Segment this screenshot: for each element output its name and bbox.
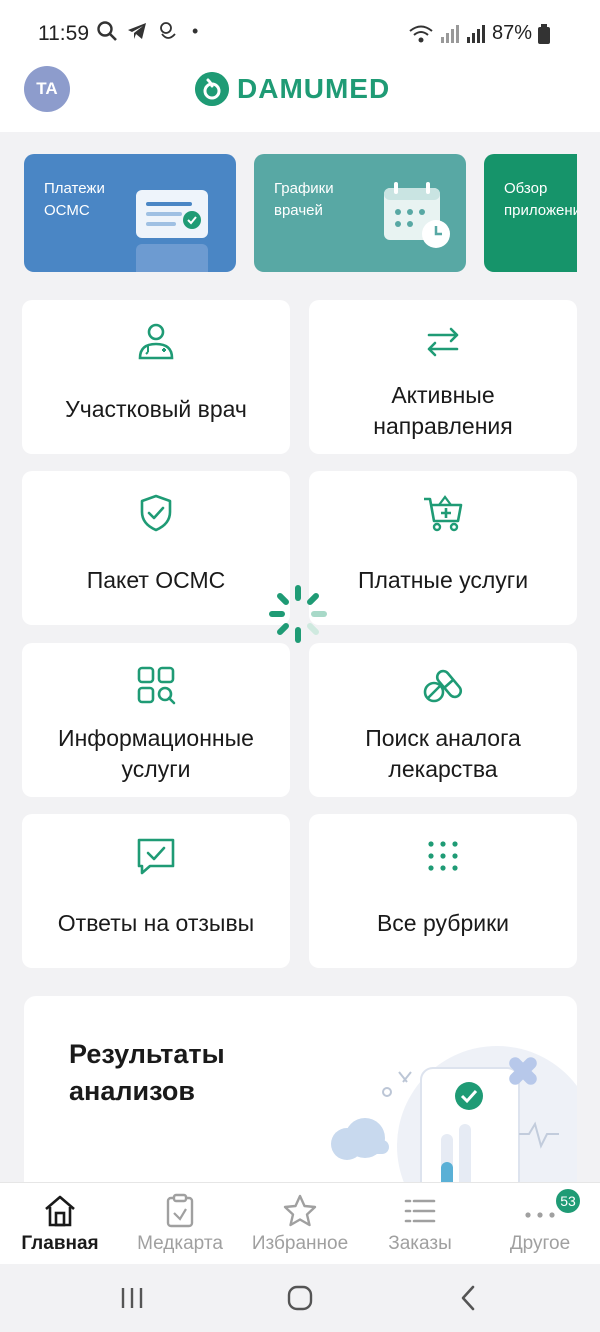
nav-label: Заказы bbox=[388, 1233, 452, 1254]
tile-active-referrals[interactable]: Активные направления bbox=[309, 300, 577, 454]
tile-label: Участковый врач bbox=[65, 396, 247, 422]
back-icon[interactable] bbox=[448, 1282, 488, 1314]
status-time: 11:59 bbox=[38, 22, 89, 45]
tile-drug-analog-search[interactable]: Поиск аналога лекарства bbox=[309, 643, 577, 797]
star-icon bbox=[283, 1194, 317, 1227]
tile-label: Информационные услуги bbox=[58, 725, 254, 782]
nav-orders[interactable]: Заказы bbox=[360, 1183, 480, 1265]
banner-osms-payments[interactable]: Платежи ОСМС bbox=[24, 154, 236, 272]
search-icon bbox=[97, 21, 117, 41]
system-navigation-bar bbox=[0, 1264, 600, 1332]
banner-doctor-schedules[interactable]: Графики врачей bbox=[254, 154, 466, 272]
battery-level: 87% bbox=[491, 22, 532, 44]
payment-card-icon bbox=[136, 190, 208, 272]
status-bar: 11:59 • 87% bbox=[0, 0, 600, 66]
nav-favorites[interactable]: Избранное bbox=[240, 1183, 360, 1265]
tile-district-doctor[interactable]: Участковый врач bbox=[22, 300, 290, 454]
message-check-icon bbox=[137, 838, 175, 875]
baby-icon bbox=[160, 22, 176, 39]
lab-results-illustration-icon bbox=[331, 1046, 577, 1196]
dots-grid-icon bbox=[428, 841, 458, 871]
tile-label: Ответы на отзывы bbox=[57, 910, 255, 936]
banner-label: Платежи ОСМС bbox=[44, 180, 105, 219]
logo-mark-icon bbox=[195, 72, 229, 106]
more-dots-icon bbox=[525, 1212, 555, 1218]
medcard-icon bbox=[166, 1193, 194, 1228]
arrows-exchange-icon bbox=[427, 327, 459, 357]
tile-label: Платные услуги bbox=[357, 567, 529, 593]
nav-home[interactable]: Главная bbox=[0, 1183, 120, 1265]
bottom-navigation: Главная Медкарта Избранное Заказы 53 Дру… bbox=[0, 1182, 600, 1264]
tile-label: Поиск аналога лекарства bbox=[365, 725, 521, 782]
battery-icon bbox=[538, 23, 550, 44]
doctor-icon bbox=[138, 323, 174, 360]
list-icon bbox=[404, 1199, 436, 1223]
banner-app-overview[interactable]: Обзор приложения bbox=[484, 154, 577, 272]
grid-search-icon bbox=[137, 666, 176, 705]
tile-information-services[interactable]: Информационные услуги bbox=[22, 643, 290, 797]
app-header: TA DAMUMED bbox=[0, 66, 600, 132]
nav-label: Главная bbox=[21, 1233, 99, 1254]
nav-other[interactable]: 53 Другое bbox=[480, 1183, 600, 1265]
tile-label: Все рубрики bbox=[376, 910, 510, 936]
nav-label: Избранное bbox=[251, 1233, 349, 1254]
pills-icon bbox=[423, 669, 463, 703]
calendar-clock-icon bbox=[384, 182, 450, 248]
signal-icon-2 bbox=[466, 24, 485, 43]
banner-carousel[interactable]: Платежи ОСМС Графики врачей Обзор прилож… bbox=[24, 154, 577, 274]
nav-label: Другое bbox=[509, 1233, 571, 1254]
tile-label: Активные направления bbox=[373, 382, 513, 439]
cart-plus-icon bbox=[424, 495, 463, 532]
lab-results-card[interactable]: Результаты анализов bbox=[24, 996, 577, 1196]
tile-label: Пакет ОСМС bbox=[86, 567, 226, 593]
home-icon bbox=[45, 1195, 75, 1227]
avatar[interactable]: TA bbox=[24, 66, 70, 112]
recent-apps-icon[interactable] bbox=[112, 1282, 152, 1314]
tile-osms-package[interactable]: Пакет ОСМС bbox=[22, 471, 290, 625]
tile-all-categories[interactable]: Все рубрики bbox=[309, 814, 577, 968]
tile-review-responses[interactable]: Ответы на отзывы bbox=[22, 814, 290, 968]
avatar-initials: TA bbox=[36, 79, 58, 98]
logo-text: DAMUMED bbox=[237, 73, 391, 104]
home-button-icon[interactable] bbox=[280, 1282, 320, 1314]
telegram-icon bbox=[128, 23, 146, 39]
banner-label: Обзор приложения bbox=[504, 180, 577, 219]
lab-results-title: Результаты анализов bbox=[69, 1039, 225, 1106]
signal-icon bbox=[440, 24, 459, 43]
notification-dot: • bbox=[192, 20, 199, 41]
banner-label: Графики врачей bbox=[274, 180, 334, 219]
nav-medcard[interactable]: Медкарта bbox=[120, 1183, 240, 1265]
notification-badge: 53 bbox=[554, 1187, 582, 1215]
tile-paid-services[interactable]: Платные услуги bbox=[309, 471, 577, 625]
app-logo: DAMUMED bbox=[195, 72, 390, 106]
shield-check-icon bbox=[140, 494, 172, 532]
nav-label: Медкарта bbox=[137, 1233, 223, 1254]
loading-spinner-icon bbox=[269, 585, 327, 643]
wifi-icon bbox=[409, 25, 433, 42]
